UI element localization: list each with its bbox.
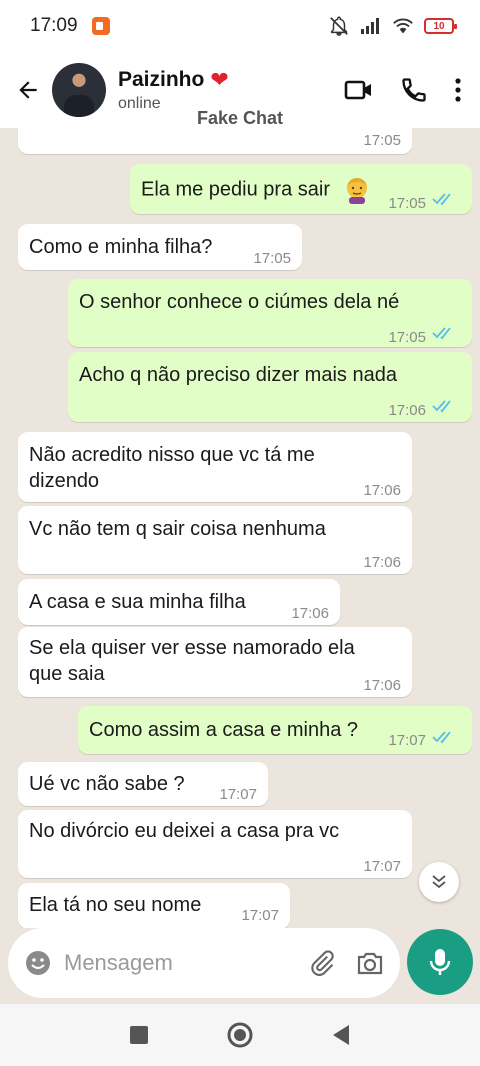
message-time: 17:05 xyxy=(253,250,291,267)
contact-info[interactable]: Paizinho ❤ online xyxy=(118,67,229,113)
message-incoming[interactable]: A casa e sua minha filha 17:06 xyxy=(18,579,340,625)
read-ticks-icon xyxy=(432,327,451,340)
message-text: Ela me pediu pra sair xyxy=(141,178,330,201)
read-ticks-icon xyxy=(432,193,451,206)
chat-area[interactable]: 17:05 Ela me pediu pra sair 17:05 Como e… xyxy=(0,128,480,928)
message-incoming[interactable]: Não acredito nisso que vc tá me dizendo … xyxy=(18,432,412,502)
message-time: 17:05 xyxy=(388,329,426,346)
message-text-line: que saia xyxy=(29,663,105,685)
message-incoming[interactable]: Se ela quiser ver esse namorado ela que … xyxy=(18,627,412,697)
message-text: No divórcio eu deixei a casa pra vc xyxy=(29,820,340,842)
message-text: Acho q não preciso dizer mais nada xyxy=(79,364,397,386)
mic-button[interactable] xyxy=(407,929,473,995)
message-text: Como e minha filha? xyxy=(29,236,213,258)
signal-icon xyxy=(361,18,379,34)
status-bar: 17:09 10 xyxy=(0,0,480,52)
message-input[interactable]: Mensagem xyxy=(64,950,308,976)
scroll-down-button[interactable] xyxy=(419,862,459,902)
mute-icon xyxy=(330,16,348,36)
message-incoming[interactable]: Ela tá no seu nome 17:07 xyxy=(18,883,290,928)
attach-icon[interactable] xyxy=(308,949,336,977)
message-time: 17:06 xyxy=(388,402,426,419)
message-text: Vc não tem q sair coisa nenhuma xyxy=(29,518,326,540)
scroll-down-icon xyxy=(432,875,446,889)
message-time: 17:05 xyxy=(388,195,426,212)
message-composer: Mensagem xyxy=(8,928,400,998)
message-time: 17:05 xyxy=(363,132,401,149)
contact-name: Paizinho xyxy=(118,68,205,91)
message-outgoing[interactable]: O senhor conhece o ciúmes dela né 17:05 xyxy=(68,279,472,347)
message-incoming[interactable]: Ué vc não sabe ? 17:07 xyxy=(18,762,268,806)
message-outgoing[interactable]: Como assim a casa e minha ? 17:07 xyxy=(78,706,472,754)
message-text-line: Não acredito nisso que vc tá me xyxy=(29,444,315,466)
message-time: 17:06 xyxy=(363,677,401,694)
back-button[interactable] xyxy=(6,68,50,112)
home-icon[interactable] xyxy=(226,1021,254,1049)
battery-icon: 10 xyxy=(424,18,457,34)
video-call-icon[interactable] xyxy=(344,79,374,101)
message-time: 17:07 xyxy=(363,858,401,875)
message-incoming[interactable]: No divórcio eu deixei a casa pra vc 17:0… xyxy=(18,810,412,878)
message-time: 17:06 xyxy=(363,554,401,571)
back-nav-icon[interactable] xyxy=(331,1024,351,1046)
message-incoming[interactable]: 17:05 xyxy=(18,128,412,154)
mic-icon xyxy=(429,949,451,975)
message-text: A casa e sua minha filha xyxy=(29,591,246,613)
heart-emoji: ❤ xyxy=(210,67,229,92)
system-nav-bar xyxy=(0,1004,480,1066)
message-outgoing[interactable]: Ela me pediu pra sair 17:05 xyxy=(130,164,472,214)
message-text: O senhor conhece o ciúmes dela né xyxy=(79,291,400,313)
message-incoming[interactable]: Vc não tem q sair coisa nenhuma 17:06 xyxy=(18,506,412,574)
read-ticks-icon xyxy=(432,400,451,413)
wifi-icon xyxy=(393,18,413,34)
message-time: 17:06 xyxy=(291,605,329,622)
message-text: Ué vc não sabe ? xyxy=(29,773,185,795)
message-text-line: Se ela quiser ver esse namorado ela xyxy=(29,637,355,659)
recent-apps-icon[interactable] xyxy=(129,1025,149,1045)
screen-record-icon xyxy=(91,17,110,35)
woman-gesturing-emoji xyxy=(346,178,367,204)
read-ticks-icon xyxy=(432,731,451,744)
message-text: Como assim a casa e minha ? xyxy=(89,719,359,741)
message-outgoing[interactable]: Acho q não preciso dizer mais nada 17:06 xyxy=(68,352,472,422)
message-text: Ela tá no seu nome xyxy=(29,894,202,916)
phone-icon[interactable] xyxy=(400,76,428,104)
status-time: 17:09 xyxy=(30,15,78,36)
emoji-icon[interactable] xyxy=(24,949,52,977)
message-time: 17:07 xyxy=(219,786,257,803)
message-incoming[interactable]: Como e minha filha? 17:05 xyxy=(18,224,302,270)
back-arrow-icon xyxy=(19,81,37,99)
message-time: 17:07 xyxy=(388,732,426,749)
message-time: 17:06 xyxy=(363,482,401,499)
more-vert-icon[interactable] xyxy=(454,77,462,103)
camera-icon[interactable] xyxy=(356,950,384,976)
message-time: 17:07 xyxy=(241,907,279,924)
message-text-line: dizendo xyxy=(29,470,100,492)
watermark: Fake Chat xyxy=(196,108,284,128)
